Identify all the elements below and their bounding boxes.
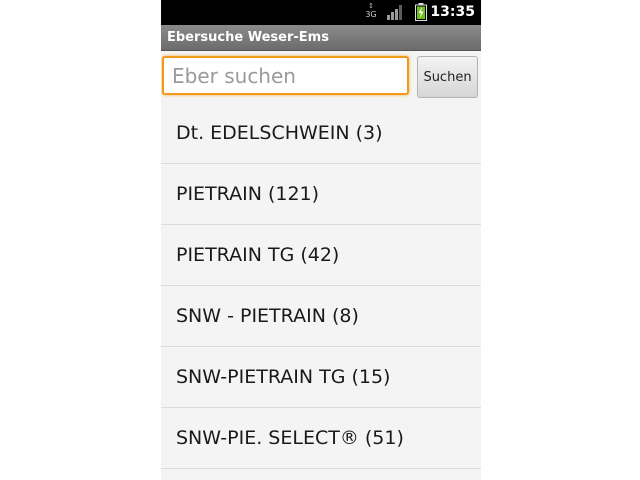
list-item[interactable]: SNW-PIE. SELECT® (51) xyxy=(161,408,481,469)
status-bar: ↕ 3G 13:35 xyxy=(161,0,481,25)
battery-charging-icon xyxy=(415,3,427,21)
list-item[interactable]: PIETRAIN TG (42) xyxy=(161,225,481,286)
list-item[interactable]: SNW - PIETRAIN (8) xyxy=(161,286,481,347)
list-item[interactable]: Dt. EDELSCHWEIN (3) xyxy=(161,103,481,164)
title-bar: Ebersuche Weser-Ems xyxy=(161,25,481,51)
search-input[interactable] xyxy=(162,56,409,95)
search-row: Suchen xyxy=(161,51,481,103)
result-list: Dt. EDELSCHWEIN (3) PIETRAIN (121) PIETR… xyxy=(161,103,481,480)
signal-strength-icon xyxy=(387,5,402,20)
network-updown-icon: ↕ 3G xyxy=(365,2,377,20)
app-window: ↕ 3G 13:35 Ebersuche Weser-Ems Suchen Dt… xyxy=(161,0,481,480)
list-item[interactable]: SNW-PIETRAIN TG (15) xyxy=(161,347,481,408)
search-button[interactable]: Suchen xyxy=(417,56,478,98)
app-title: Ebersuche Weser-Ems xyxy=(167,30,329,45)
clock: 13:35 xyxy=(430,4,475,20)
list-item[interactable]: PIETRAIN (121) xyxy=(161,164,481,225)
network-type-label: 3G xyxy=(365,10,377,19)
